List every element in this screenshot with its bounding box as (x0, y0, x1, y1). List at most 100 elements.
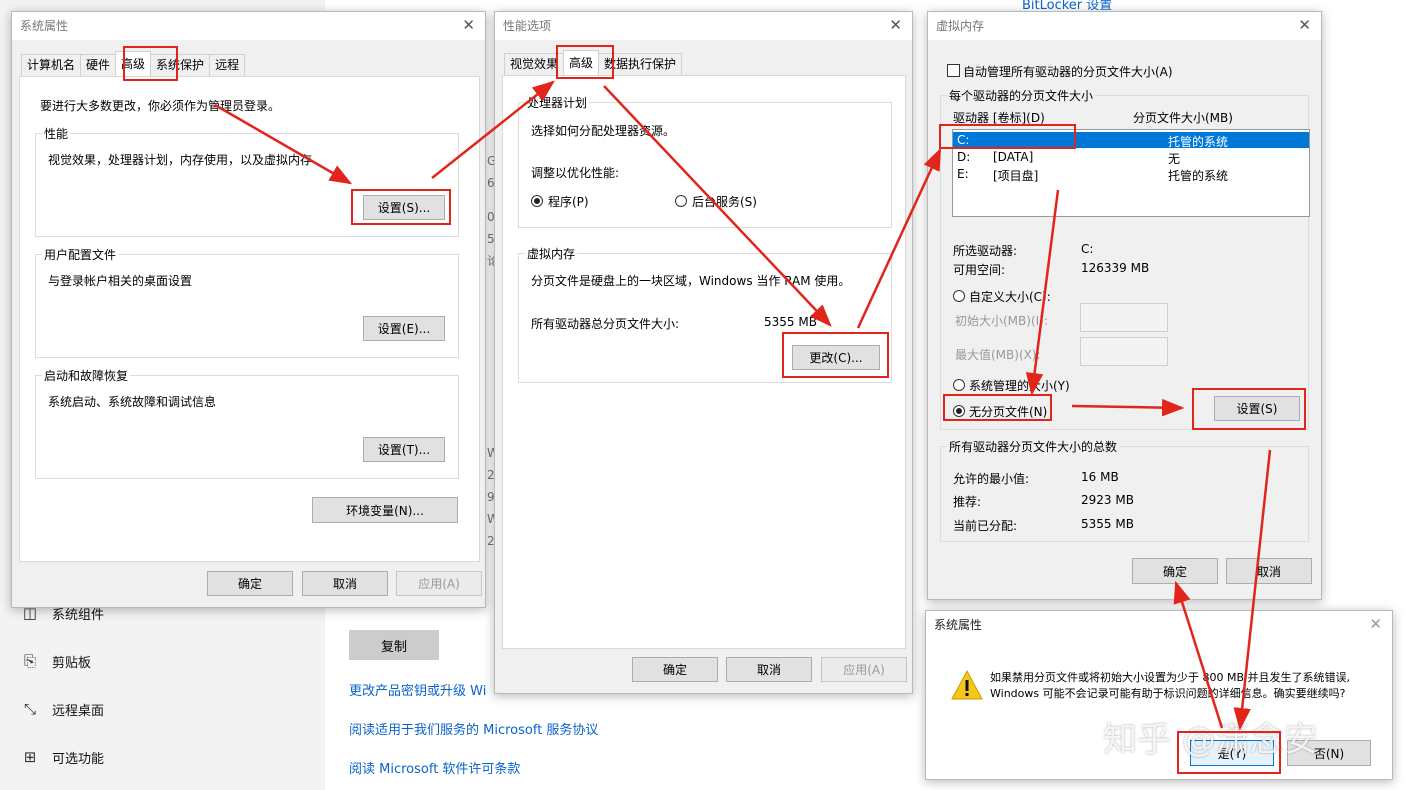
performance-options-dialog: 性能选项 ✕ 视觉效果 高级 数据执行保护 处理器计划 选择如何分配处理器资源。 … (494, 11, 913, 694)
group-label: 启动和故障恢复 (42, 367, 131, 384)
min-allowed-label: 允许的最小值: (953, 472, 1030, 486)
processor-desc: 选择如何分配处理器资源。 (531, 124, 676, 138)
initial-size-label: 初始大小(MB)(I): (955, 314, 1048, 328)
background-services-radio[interactable] (675, 195, 687, 207)
user-profiles-desc: 与登录帐户相关的桌面设置 (48, 274, 193, 288)
currently-allocated-label: 当前已分配: (953, 519, 1018, 533)
ok-button[interactable]: 确定 (1132, 558, 1218, 584)
sidebar-item-label: 剪贴板 (52, 655, 92, 671)
sidebar-item-clipboard[interactable]: ⎘ 剪贴板 (18, 648, 91, 674)
close-icon[interactable]: ✕ (1369, 616, 1382, 632)
drive-row[interactable]: D: [DATA] 无 (953, 149, 1309, 166)
apply-button[interactable]: 应用(A) (396, 571, 482, 596)
clipboard-icon: ⎘ (23, 652, 36, 670)
recommended-value: 2923 MB (1081, 493, 1134, 507)
auto-manage-label: 自动管理所有驱动器的分页文件大小(A) (963, 65, 1173, 79)
total-paging-label: 所有驱动器总分页文件大小: (531, 317, 680, 331)
group-label: 所有驱动器分页文件大小的总数 (947, 438, 1120, 455)
auto-manage-checkbox[interactable] (947, 64, 960, 77)
tab-panel: 要进行大多数更改，你必须作为管理员登录。 性能 视觉效果，处理器计划，内存使用，… (19, 76, 480, 562)
no-paging-file-label: 无分页文件(N) (969, 405, 1048, 419)
programs-radio[interactable] (531, 195, 543, 207)
tab-system-protection[interactable]: 系统保护 (150, 54, 211, 76)
dialog-title: 虚拟内存 ✕ (928, 12, 1321, 40)
user-profiles-group: 用户配置文件 与登录帐户相关的桌面设置 设置(E)... (35, 246, 459, 358)
optimize-label: 调整以优化性能: (531, 166, 620, 180)
environment-variables-button[interactable]: 环境变量(N)... (312, 497, 458, 523)
cancel-button[interactable]: 取消 (302, 571, 388, 596)
system-properties-dialog: 系统属性 ✕ 计算机名 硬件 高级 系统保护 远程 要进行大多数更改，你必须作为管… (11, 11, 486, 608)
background-services-label: 后台服务(S) (692, 195, 757, 209)
drive-list[interactable]: C: 托管的系统 D: [DATA] 无 E: [项目盘] 托管的系统 (952, 129, 1310, 217)
tab-visual-effects[interactable]: 视觉效果 (504, 53, 565, 75)
custom-size-label: 自定义大小(C): (969, 290, 1051, 304)
drive-row[interactable]: E: [项目盘] 托管的系统 (953, 166, 1309, 183)
selected-drive-value: C: (1081, 242, 1094, 256)
sidebar-item-label: 远程桌面 (52, 703, 105, 719)
watermark: 知乎 @潇念安 (1103, 720, 1318, 760)
warning-icon (951, 669, 983, 700)
performance-settings-button[interactable]: 设置(S)... (363, 195, 445, 220)
group-label: 用户配置文件 (42, 246, 119, 263)
tab-advanced[interactable]: 高级 (563, 50, 600, 75)
tab-remote[interactable]: 远程 (209, 54, 246, 76)
no-paging-file-radio[interactable] (953, 405, 965, 417)
startup-recovery-desc: 系统启动、系统故障和调试信息 (48, 395, 217, 409)
total-paging-value: 5355 MB (764, 315, 817, 329)
apply-button[interactable]: 应用(A) (821, 657, 907, 682)
confirm-message-line2: Windows 可能不会记录可能有助于标识问题的详细信息。确实要继续吗? (990, 687, 1346, 700)
set-button[interactable]: 设置(S) (1214, 396, 1300, 421)
startup-recovery-group: 启动和故障恢复 系统启动、系统故障和调试信息 设置(T)... (35, 367, 459, 479)
close-icon[interactable]: ✕ (889, 17, 902, 33)
dialog-title: 系统属性 ✕ (12, 12, 485, 40)
license-terms-link[interactable]: 阅读 Microsoft 软件许可条款 (349, 758, 520, 777)
group-label: 虚拟内存 (525, 245, 578, 262)
change-product-key-link[interactable]: 更改产品密钥或升级 Wi (349, 680, 486, 699)
performance-desc: 视觉效果，处理器计划，内存使用，以及虚拟内存 (48, 153, 313, 167)
group-label: 性能 (42, 125, 71, 142)
sidebar-item-remote-desktop[interactable]: ⤡ 远程桌面 (18, 696, 104, 722)
cancel-button[interactable]: 取消 (1226, 558, 1312, 584)
initial-size-input[interactable] (1080, 303, 1168, 332)
group-label: 每个驱动器的分页文件大小 (947, 87, 1096, 104)
max-size-input[interactable] (1080, 337, 1168, 366)
custom-size-radio[interactable] (953, 290, 965, 302)
ok-button[interactable]: 确定 (632, 657, 718, 682)
tab-computer-name[interactable]: 计算机名 (21, 54, 82, 76)
drive-column-header: 驱动器 [卷标](D) (953, 111, 1045, 125)
currently-allocated-value: 5355 MB (1081, 517, 1134, 531)
group-label: 处理器计划 (525, 94, 590, 111)
optional-features-icon: ⊞ (23, 748, 37, 766)
paging-file-desc: 分页文件是硬盘上的一块区域，Windows 当作 RAM 使用。 (531, 274, 851, 288)
dialog-title: 系统属性 ✕ (926, 611, 1392, 639)
virtual-memory-dialog: 虚拟内存 ✕ 自动管理所有驱动器的分页文件大小(A) 每个驱动器的分页文件大小 驱… (927, 11, 1322, 600)
remote-desktop-icon: ⤡ (23, 700, 36, 718)
virtual-memory-group: 虚拟内存 分页文件是硬盘上的一块区域，Windows 当作 RAM 使用。 所有… (518, 245, 892, 383)
startup-recovery-settings-button[interactable]: 设置(T)... (363, 437, 445, 462)
recommended-label: 推荐: (953, 495, 982, 509)
tab-data-execution-prevention[interactable]: 数据执行保护 (598, 53, 683, 75)
free-space-label: 可用空间: (953, 263, 1006, 277)
totals-group: 所有驱动器分页文件大小的总数 允许的最小值: 16 MB 推荐: 2923 MB… (940, 438, 1309, 542)
change-virtual-memory-button[interactable]: 更改(C)... (792, 345, 880, 370)
system-managed-radio[interactable] (953, 379, 965, 391)
cancel-button[interactable]: 取消 (726, 657, 812, 682)
close-icon[interactable]: ✕ (462, 17, 475, 33)
performance-group: 性能 视觉效果，处理器计划，内存使用，以及虚拟内存 设置(S)... (35, 125, 459, 237)
ok-button[interactable]: 确定 (207, 571, 293, 596)
close-icon[interactable]: ✕ (1298, 17, 1311, 33)
service-agreement-link[interactable]: 阅读适用于我们服务的 Microsoft 服务协议 (349, 719, 598, 738)
dialog-title: 性能选项 ✕ (495, 12, 912, 40)
per-drive-group: 每个驱动器的分页文件大小 驱动器 [卷标](D) 分页文件大小(MB) C: 托管… (940, 87, 1310, 430)
min-allowed-value: 16 MB (1081, 470, 1119, 484)
tab-hardware[interactable]: 硬件 (80, 54, 117, 76)
copy-button[interactable]: 复制 (349, 630, 439, 660)
max-size-label: 最大值(MB)(X): (955, 348, 1041, 362)
tab-advanced[interactable]: 高级 (115, 51, 152, 76)
sidebar-item-optional-features[interactable]: ⊞ 可选功能 (18, 744, 104, 770)
free-space-value: 126339 MB (1081, 261, 1150, 275)
system-managed-label: 系统管理的大小(Y) (969, 379, 1070, 393)
processor-scheduling-group: 处理器计划 选择如何分配处理器资源。 调整以优化性能: 程序(P) 后台服务(S… (518, 94, 892, 228)
drive-row[interactable]: C: 托管的系统 (953, 132, 1309, 149)
user-profiles-settings-button[interactable]: 设置(E)... (363, 316, 445, 341)
